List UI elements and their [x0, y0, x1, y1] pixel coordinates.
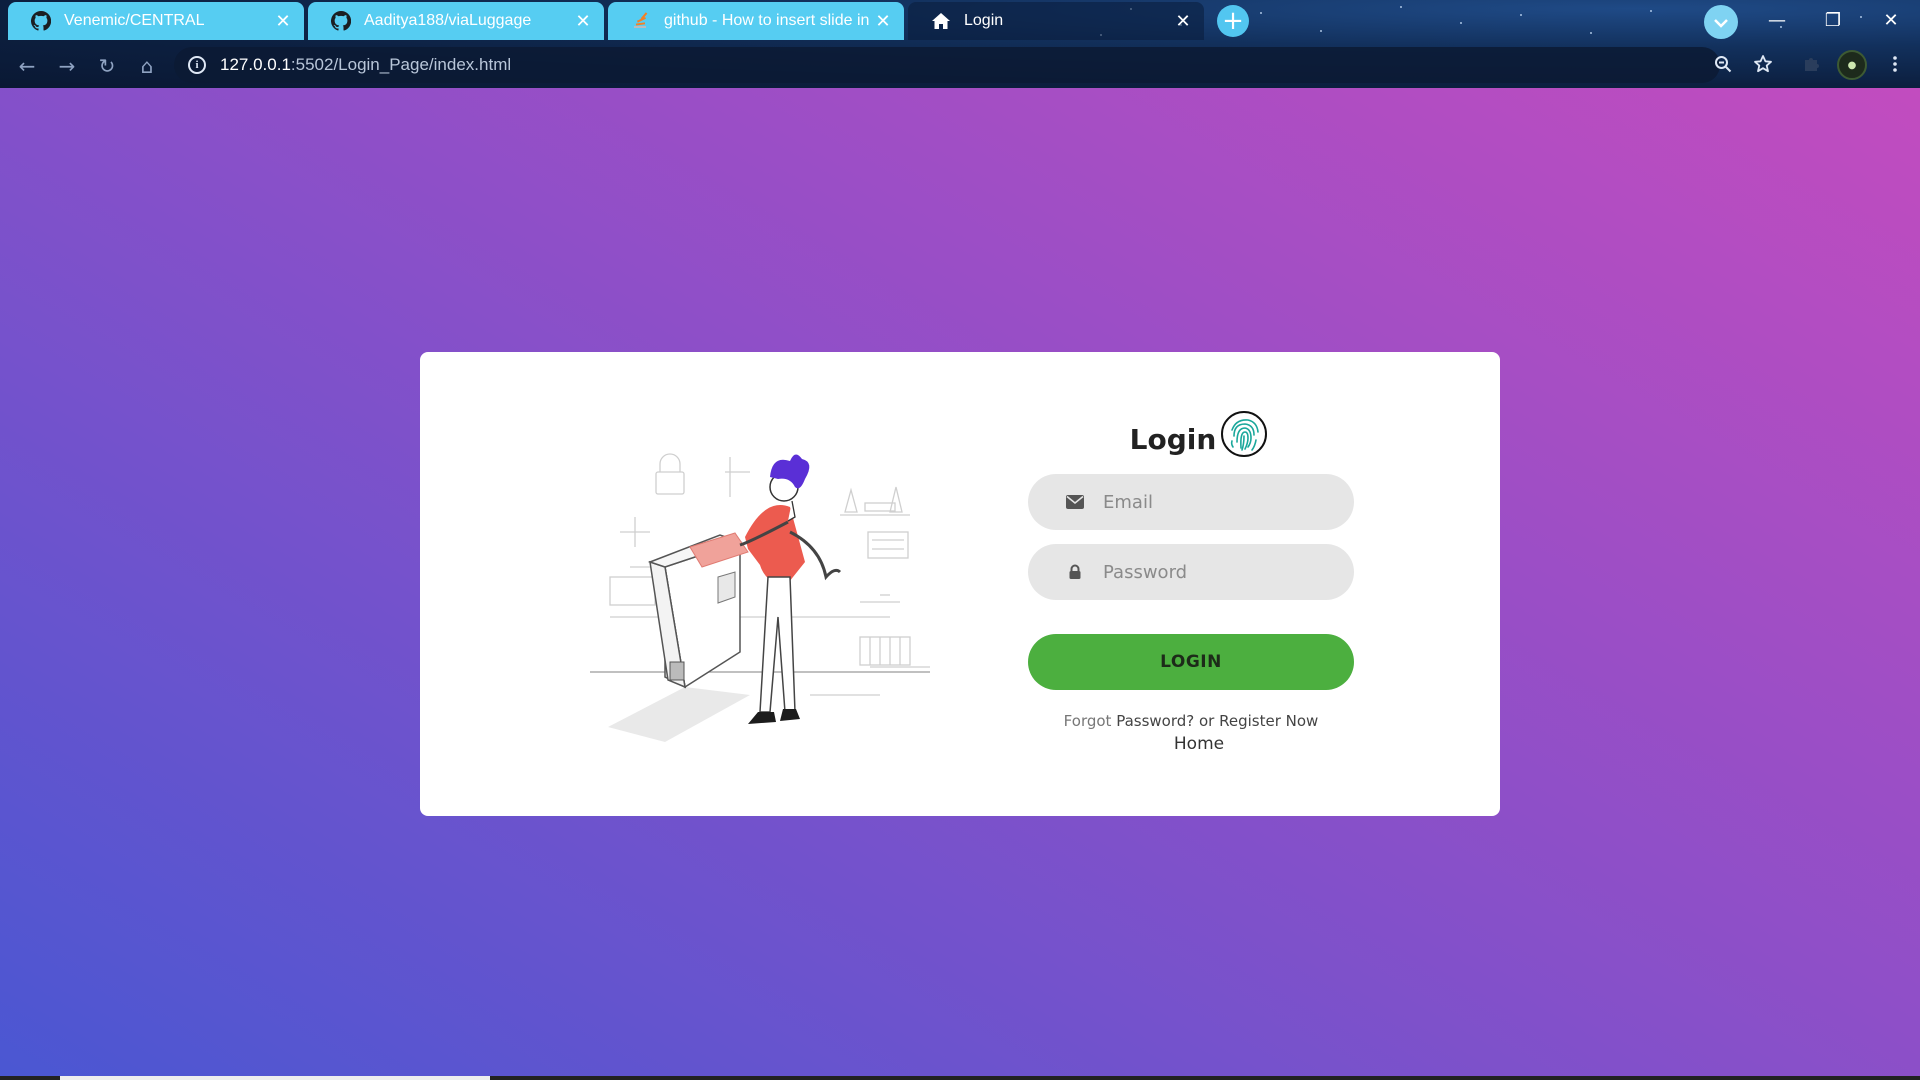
email-input[interactable] — [1103, 491, 1323, 513]
password-input[interactable] — [1103, 561, 1323, 583]
home-button[interactable]: ⌂ — [132, 51, 162, 81]
page-background: Login Email LOGIN Forgot Password? or Re… — [0, 88, 1920, 1080]
minimize-button[interactable]: — — [1752, 2, 1802, 38]
tab-title: Aaditya188/viaLuggage — [364, 12, 532, 29]
or-text: or — [1194, 712, 1220, 730]
forgot-prefix-text: Forgot — [1063, 712, 1117, 730]
zoom-out-icon — [1714, 55, 1732, 77]
zoom-button[interactable] — [1708, 51, 1738, 81]
star-icon — [1753, 54, 1773, 78]
new-tab-button[interactable]: + — [1217, 5, 1249, 37]
address-bar[interactable]: i 127.0.0.1:5502/Login_Page/index.html — [174, 47, 1720, 83]
home-outline-icon: ⌂ — [140, 54, 154, 78]
email-field[interactable] — [1028, 474, 1354, 530]
chevron-down-icon — [1714, 13, 1728, 32]
envelope-icon — [1066, 495, 1084, 509]
avatar-image: ● — [1847, 59, 1857, 71]
restore-button[interactable]: ❐ — [1808, 2, 1858, 38]
extensions-button[interactable] — [1796, 51, 1826, 81]
login-button[interactable]: LOGIN — [1028, 634, 1354, 690]
reload-button[interactable]: ↻ — [92, 51, 122, 81]
tab-search-button[interactable] — [1704, 5, 1738, 39]
close-icon[interactable]: ✕ — [872, 10, 894, 32]
bottom-scroll-strip — [0, 1076, 1920, 1080]
tab-title: Venemic/CENTRAL — [64, 12, 205, 29]
close-icon[interactable]: ✕ — [572, 10, 594, 32]
scroll-indicator — [60, 1076, 490, 1080]
tab-title: Login — [964, 12, 1004, 29]
profile-avatar[interactable]: ● — [1837, 50, 1867, 80]
tab-login[interactable]: Login ✕ — [908, 2, 1204, 40]
close-icon[interactable]: ✕ — [1172, 10, 1194, 32]
tab-stackoverflow[interactable]: github - How to insert slide in RE ✕ — [608, 2, 904, 40]
close-icon[interactable]: ✕ — [272, 10, 294, 32]
home-icon — [930, 10, 952, 32]
url-host: 127.0.0.1 — [220, 55, 291, 74]
url-path: :5502/Login_Page/index.html — [290, 55, 512, 74]
puzzle-icon — [1801, 54, 1821, 78]
more-vertical-icon — [1893, 56, 1897, 76]
forward-button[interactable]: → — [52, 51, 82, 81]
tab-venemic-central[interactable]: Venemic/CENTRAL ✕ — [8, 2, 304, 40]
browser-chrome: Venemic/CENTRAL ✕ Aaditya188/viaLuggage … — [0, 0, 1920, 88]
fingerprint-scan-illustration — [590, 453, 930, 742]
lock-icon — [1069, 564, 1081, 579]
account-links: Forgot Password? or Register Now — [1028, 712, 1354, 730]
forgot-password-link[interactable]: Password? — [1116, 712, 1194, 730]
fingerprint-icon — [1221, 411, 1268, 457]
login-header: Login — [1044, 408, 1354, 460]
register-now-link[interactable]: Register Now — [1219, 712, 1318, 730]
info-icon[interactable]: i — [188, 56, 206, 74]
menu-button[interactable] — [1880, 51, 1910, 81]
close-window-button[interactable]: ✕ — [1866, 2, 1916, 38]
password-field[interactable] — [1028, 544, 1354, 600]
login-title: Login — [1129, 422, 1217, 456]
home-link[interactable]: Home — [1044, 734, 1354, 754]
browser-toolbar: ← → ↻ ⌂ i 127.0.0.1:5502/Login_Page/inde… — [0, 42, 1920, 88]
github-icon — [330, 10, 352, 32]
bookmark-button[interactable] — [1748, 51, 1778, 81]
login-form: Login Email LOGIN Forgot Password? or Re… — [1028, 408, 1354, 754]
stackoverflow-icon — [630, 10, 652, 32]
github-icon — [30, 10, 52, 32]
arrow-left-icon: ← — [18, 54, 36, 78]
tab-strip: Venemic/CENTRAL ✕ Aaditya188/viaLuggage … — [0, 0, 1920, 42]
back-button[interactable]: ← — [12, 51, 42, 81]
tab-vialuggage[interactable]: Aaditya188/viaLuggage ✕ — [308, 2, 604, 40]
login-card: Login Email LOGIN Forgot Password? or Re… — [420, 352, 1500, 816]
reload-icon: ↻ — [98, 54, 116, 78]
arrow-right-icon: → — [58, 54, 76, 78]
tab-title: github - How to insert slide in RE — [664, 12, 872, 29]
